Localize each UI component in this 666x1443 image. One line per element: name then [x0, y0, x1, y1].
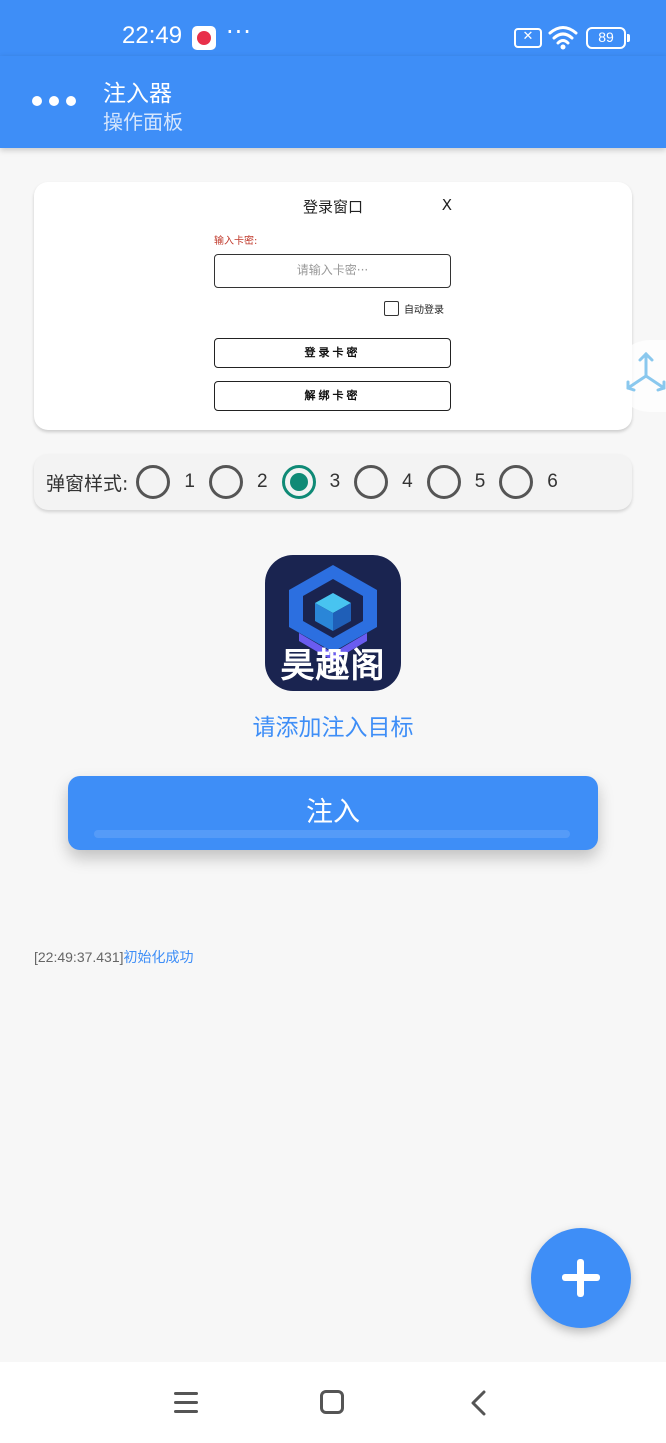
popup-style-label: 弹窗样式:: [46, 472, 129, 495]
radio-label: 5: [474, 471, 486, 492]
network-icon: [626, 351, 666, 392]
target-app-icon[interactable]: 昊趣阁: [265, 555, 401, 691]
add-fab-button[interactable]: [531, 1228, 631, 1328]
status-bar: 22:49 ··· ✕ 89: [0, 0, 666, 56]
app-title: 注入器: [103, 81, 172, 107]
log-message: 初始化成功: [123, 949, 194, 965]
radio-label: 4: [402, 471, 413, 492]
inject-button-label: 注入: [306, 797, 360, 828]
login-dialog-preview: 登录窗口 X 输入卡密: 请输入卡密··· 自动登录 登录卡密 解绑卡密: [200, 186, 466, 426]
log-entry: [22:49:37.431]初始化成功: [34, 947, 194, 967]
radio-label: 1: [184, 471, 195, 492]
radio-button[interactable]: [136, 465, 171, 499]
popup-preview-card: 登录窗口 X 输入卡密: 请输入卡密··· 自动登录 登录卡密 解绑卡密: [34, 182, 632, 430]
inject-button[interactable]: 注入: [68, 776, 598, 850]
button-highlight: [94, 830, 570, 838]
auto-login-checkbox[interactable]: [384, 301, 399, 316]
app-notification-icon: [192, 26, 216, 50]
radio-button[interactable]: [354, 465, 389, 499]
login-card-button[interactable]: 登录卡密: [214, 338, 451, 368]
radio-label: 2: [256, 471, 268, 492]
sim-x-icon: ✕: [514, 28, 542, 48]
radio-button[interactable]: [208, 465, 243, 499]
auto-login-row[interactable]: 自动登录: [384, 301, 444, 316]
card-key-label: 输入卡密:: [214, 236, 258, 247]
home-icon[interactable]: [320, 1390, 344, 1414]
radio-option-2[interactable]: 2: [208, 465, 268, 499]
auto-login-label: 自动登录: [404, 305, 444, 316]
radio-option-6[interactable]: 6: [499, 465, 558, 499]
card-key-input[interactable]: 请输入卡密···: [214, 254, 451, 288]
radio-button[interactable]: [426, 465, 461, 499]
dialog-title: 登录窗口: [302, 198, 363, 216]
log-timestamp: [22:49:37.431]: [34, 949, 124, 965]
system-nav-bar: [0, 1362, 666, 1443]
radio-option-1[interactable]: 1: [136, 465, 195, 499]
popup-style-selector: 弹窗样式: 1 2 3 4 5 6: [34, 454, 632, 510]
status-more-icon: ···: [226, 18, 252, 46]
app-subtitle: 操作面板: [103, 110, 183, 134]
target-app-name: 昊趣阁: [280, 646, 386, 686]
radio-option-5[interactable]: 5: [426, 465, 486, 499]
radio-button[interactable]: [499, 465, 534, 499]
status-time: 22:49: [122, 22, 183, 49]
radio-label: 6: [547, 471, 558, 492]
add-target-hint[interactable]: 请添加注入目标: [0, 708, 666, 742]
back-icon[interactable]: [468, 1388, 490, 1418]
floating-ball[interactable]: [614, 340, 666, 412]
wifi-icon: [548, 26, 578, 50]
recents-icon[interactable]: [174, 1392, 198, 1413]
dialog-close-button[interactable]: X: [442, 196, 452, 214]
battery-icon: 89: [586, 27, 630, 49]
radio-option-4[interactable]: 4: [354, 465, 413, 499]
radio-label: 3: [329, 471, 341, 492]
radio-button-selected[interactable]: [281, 465, 316, 499]
unbind-card-button[interactable]: 解绑卡密: [214, 381, 451, 411]
radio-option-3[interactable]: 3: [281, 465, 341, 499]
popup-style-radio-group: 1 2 3 4 5 6: [136, 465, 571, 499]
app-bar: 注入器 操作面板: [0, 56, 666, 148]
more-dots-icon[interactable]: [32, 96, 76, 106]
